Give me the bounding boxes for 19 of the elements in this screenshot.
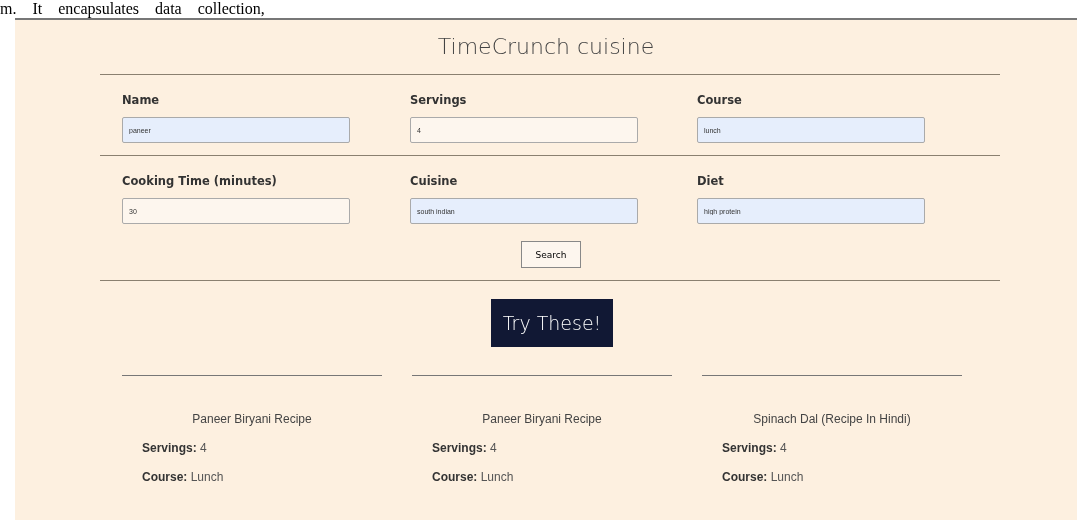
recipe-title[interactable]: Paneer Biryani Recipe	[122, 412, 382, 426]
recipe-detail: Servings: 4	[142, 441, 208, 455]
field-label: Servings	[410, 93, 468, 107]
recipe-detail: Course: Lunch	[432, 470, 515, 484]
document-text: m. It encapsulates data collection,	[0, 0, 266, 18]
field-label: Diet	[697, 174, 725, 188]
recipe-detail: Course: Lunch	[722, 470, 805, 484]
banner-heading: Try These!	[490, 299, 614, 347]
field-label: Name	[122, 93, 161, 107]
field-label: Cuisine	[410, 174, 459, 188]
recipe-title[interactable]: Spinach Dal (Recipe In Hindi)	[702, 412, 962, 426]
recipe-detail: Servings: 4	[432, 441, 498, 455]
field-label: Course	[697, 93, 743, 107]
recipe-detail: Course: Lunch	[142, 470, 225, 484]
recipe-title[interactable]: Paneer Biryani Recipe	[412, 412, 672, 426]
search-button[interactable]: Search	[521, 241, 581, 268]
field-label: Cooking Time (minutes)	[122, 174, 278, 188]
recipe-detail: Servings: 4	[722, 441, 788, 455]
page-title: TimeCrunch cuisine	[436, 33, 656, 61]
